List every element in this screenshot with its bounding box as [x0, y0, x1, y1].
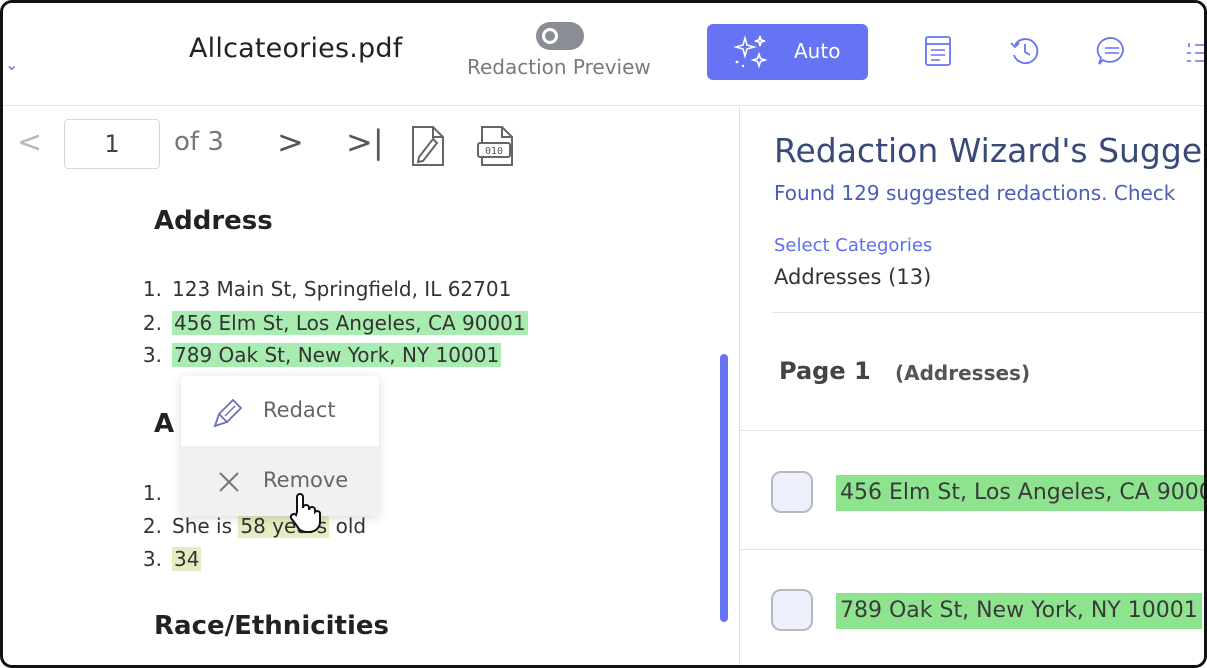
redaction-preview-label: Redaction Preview — [467, 55, 651, 79]
page-group-category: (Addresses) — [895, 361, 1031, 385]
address-heading: Address — [154, 206, 273, 236]
close-icon — [219, 472, 239, 492]
chevron-down-icon[interactable]: ⌄ — [5, 55, 18, 74]
list-item[interactable]: 3. 34 — [130, 547, 202, 571]
highlighted-address[interactable]: 789 Oak St, New York, NY 10001 — [172, 343, 502, 367]
chevron-left-icon[interactable]: < — [17, 125, 42, 160]
suggestion-checkbox[interactable] — [771, 471, 813, 513]
app-window: ⌄ Allcateories.pdf Redaction Preview Aut… — [0, 0, 1207, 668]
redact-pen-icon[interactable] — [405, 121, 449, 169]
document-title: Allcateories.pdf — [189, 33, 403, 64]
context-menu: Redact Remove — [181, 376, 379, 516]
list-item[interactable]: 2. 456 Elm St, Los Angeles, CA 90001 — [130, 311, 528, 335]
list-item: 1. 123 Main St, Springfield, IL 62701 — [142, 277, 512, 301]
page-number-input[interactable]: 1 — [64, 119, 160, 169]
suggestions-count-text: Found 129 suggested redactions. Check — [774, 181, 1176, 205]
comment-icon[interactable] — [1094, 33, 1130, 69]
redact-menu-item[interactable]: Redact — [181, 376, 379, 446]
suggestion-row[interactable]: 456 Elm St, Los Angeles, CA 9000 — [740, 431, 1204, 549]
auto-redact-button[interactable]: Auto — [707, 24, 868, 80]
redaction-preview-toggle[interactable] — [536, 22, 584, 50]
auto-label: Auto — [794, 39, 841, 63]
suggestion-checkbox[interactable] — [771, 589, 813, 631]
page-count-label: of 3 — [174, 127, 224, 157]
list-item: 1. — [142, 481, 162, 505]
list-item[interactable]: 3. 789 Oak St, New York, NY 10001 — [130, 343, 502, 367]
brush-icon — [213, 398, 243, 428]
highlighted-address[interactable]: 456 Elm St, Los Angeles, CA 90001 — [172, 311, 528, 335]
hand-cursor-icon — [289, 493, 321, 533]
chevron-right-icon[interactable]: > — [277, 123, 304, 161]
highlighted-age[interactable]: 34 — [172, 547, 202, 571]
sparkle-icon — [733, 35, 768, 69]
remove-menu-item[interactable]: Remove — [181, 446, 379, 516]
redaction-wizard-panel: Redaction Wizard's Suggest Found 129 sug… — [739, 107, 1207, 665]
select-categories-link[interactable]: Select Categories — [774, 235, 932, 256]
history-icon[interactable] — [1007, 33, 1043, 69]
binary-file-icon[interactable]: 010 — [474, 121, 518, 169]
svg-text:010: 010 — [485, 146, 503, 157]
list-item[interactable]: 2. She is 58 years old — [130, 514, 366, 538]
document-icon[interactable] — [920, 33, 956, 69]
toggle-icon — [542, 28, 558, 44]
page-navigator: < 1 of 3 > >| 010 — [3, 107, 738, 187]
remove-label: Remove — [263, 468, 349, 492]
top-toolbar: ⌄ Allcateories.pdf Redaction Preview Aut… — [3, 3, 1207, 106]
last-page-icon[interactable]: >| — [346, 123, 384, 161]
redact-label: Redact — [263, 398, 336, 422]
suggestion-text: 789 Oak St, New York, NY 10001 — [836, 593, 1202, 629]
race-heading: Race/Ethnicities — [154, 611, 390, 641]
document-scrollbar[interactable] — [720, 354, 728, 622]
page-group-label: Page 1 — [779, 357, 871, 385]
panel-title: Redaction Wizard's Suggest — [774, 131, 1207, 170]
suggestion-text: 456 Elm St, Los Angeles, CA 9000 — [836, 475, 1204, 511]
divider — [772, 312, 1204, 313]
list-icon[interactable] — [1183, 33, 1207, 69]
selected-category[interactable]: Addresses (13) — [774, 265, 931, 289]
suggestion-row[interactable]: 789 Oak St, New York, NY 10001 — [740, 549, 1204, 665]
age-heading: A — [154, 409, 175, 439]
